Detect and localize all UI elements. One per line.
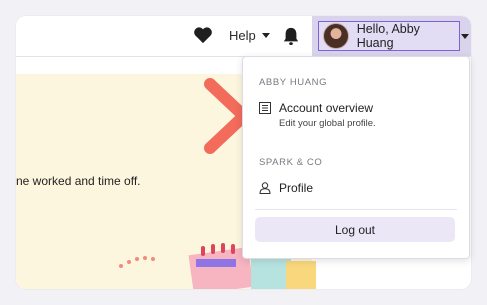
profile-title: Profile xyxy=(279,181,314,195)
menu-divider xyxy=(255,209,457,210)
company-section-label: SPARK & CO xyxy=(259,157,323,168)
profile-item[interactable]: Profile xyxy=(259,181,313,195)
account-section-label: ABBY HUANG xyxy=(259,77,328,88)
account-overview-item[interactable]: Account overview Edit your global profil… xyxy=(259,101,376,129)
person-icon xyxy=(259,182,271,194)
heart-icon[interactable] xyxy=(193,26,213,44)
list-icon xyxy=(259,102,271,114)
user-menu-focus[interactable]: Hello, Abby Huang xyxy=(318,21,469,51)
help-menu-button[interactable]: Help xyxy=(229,28,270,43)
bell-icon[interactable] xyxy=(282,26,300,46)
user-dropdown-menu: ABBY HUANG Account overview Edit your gl… xyxy=(242,56,470,259)
chevron-down-icon xyxy=(461,34,469,39)
chevron-down-icon xyxy=(261,33,270,38)
top-navigation-bar: Help Hello, Abby Huang xyxy=(16,16,471,57)
user-greeting: Hello, Abby Huang xyxy=(356,22,420,50)
logout-button[interactable]: Log out xyxy=(255,217,455,242)
avatar xyxy=(323,23,349,49)
account-overview-subtitle: Edit your global profile. xyxy=(279,118,376,129)
user-menu-button[interactable]: Hello, Abby Huang xyxy=(312,16,471,56)
banner-text: ne worked and time off. xyxy=(16,174,141,188)
account-overview-title: Account overview xyxy=(279,101,374,115)
help-label: Help xyxy=(229,28,256,43)
